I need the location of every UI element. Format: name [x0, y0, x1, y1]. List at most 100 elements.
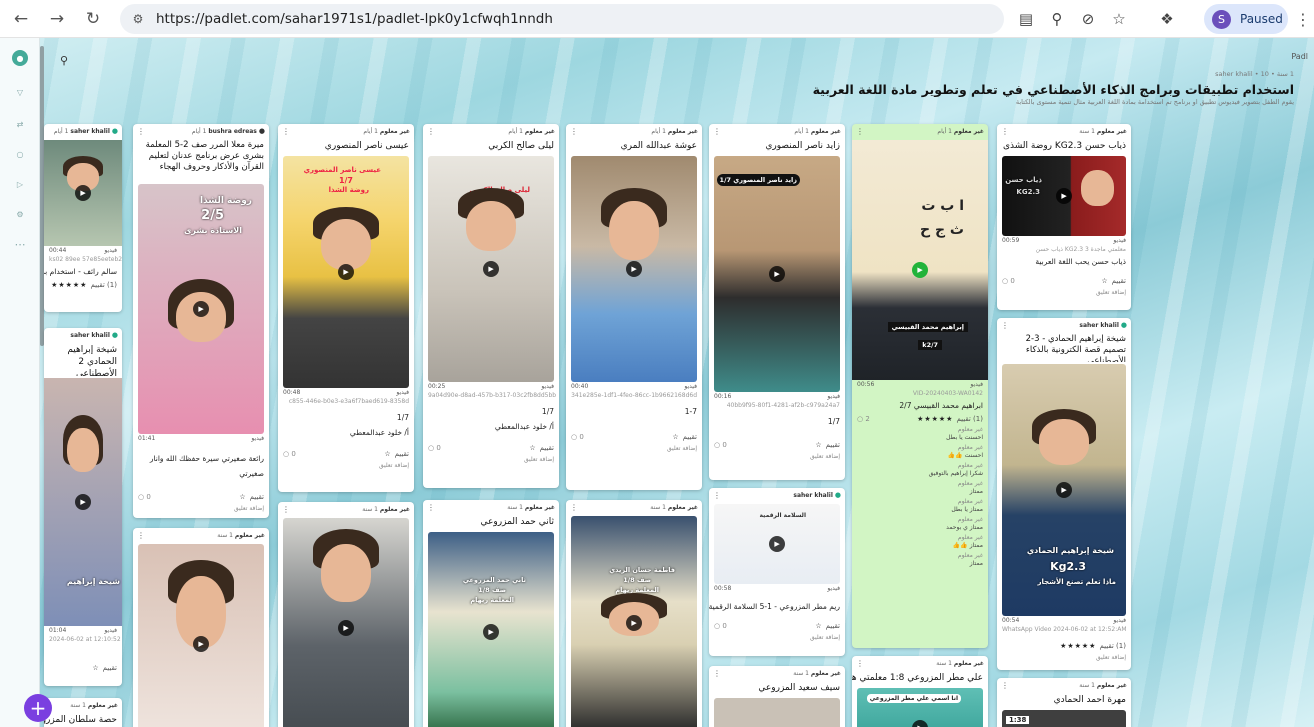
rating-label[interactable]: تقييم: [1112, 277, 1126, 285]
site-settings-icon[interactable]: ⚙: [124, 12, 152, 26]
play-icon[interactable]: ▶: [912, 720, 928, 727]
post-video[interactable]: عيسى ناصر المنصوري 1/7 روضة الشذا ▶: [283, 156, 409, 388]
url-text[interactable]: https://padlet.com/sahar1971s1/padlet-lp…: [156, 11, 553, 27]
post-video[interactable]: زايد ناصر المنصوري 1/7 ▶: [714, 156, 840, 392]
star-icon[interactable]: ☆: [1101, 277, 1108, 285]
rating-label[interactable]: تقييم: [826, 622, 840, 630]
play-icon[interactable]: ▶: [338, 264, 354, 280]
star-icon[interactable]: ☆: [92, 664, 99, 672]
post-card[interactable]: غير معلوم 1 سنة ⋮ ذياب حسن KG2.3 روضة الش…: [997, 124, 1131, 310]
post-video[interactable]: ▶ شيخة إبراهيم الحمادي Kg2.3 ماذا تعلم ت…: [1002, 364, 1126, 616]
post-menu-icon[interactable]: ⋮: [570, 503, 578, 512]
rating-stars[interactable]: ★★★★★: [1060, 642, 1096, 650]
star-icon[interactable]: ☆: [815, 441, 822, 449]
post-card[interactable]: غير معلوم 1 سنة ⋮ ▶: [133, 528, 269, 727]
remix-icon[interactable]: ⇄: [12, 116, 28, 132]
post-video[interactable]: ▶: [44, 140, 122, 246]
add-comment-button[interactable]: إضافة تعليق: [709, 632, 845, 643]
play-icon[interactable]: ▶: [626, 261, 642, 277]
post-menu-icon[interactable]: ⋮: [713, 127, 721, 136]
post-card[interactable]: ● bushra edreas 1 أيام ⋮ ميرة معلا المرر ص…: [133, 124, 269, 518]
play-icon[interactable]: ▶: [769, 266, 785, 282]
add-post-button[interactable]: +: [24, 694, 52, 722]
post-menu-icon[interactable]: ⋮: [570, 127, 578, 136]
rating-label[interactable]: تقييم: [250, 493, 264, 501]
extensions-icon[interactable]: ❖: [1154, 6, 1180, 32]
post-card[interactable]: غير معلوم 1 سنة ⋮ سيف سعيد المزروعي: [709, 666, 845, 727]
comment-count[interactable]: 0 ○: [571, 433, 584, 441]
settings-icon[interactable]: ○: [12, 146, 28, 162]
play-icon[interactable]: ▶: [338, 620, 354, 636]
post-video[interactable]: ▶ شيخة إبراهيم: [44, 378, 122, 626]
post-menu-icon[interactable]: ⋮: [427, 127, 435, 136]
post-card[interactable]: غير معلوم 1 سنة ⋮ ▶: [278, 502, 414, 727]
star-icon[interactable]: ☆: [529, 444, 536, 452]
post-card[interactable]: ● saher khalil ⋮ السلامة الرقمية ▶ فيديو 00…: [709, 488, 845, 656]
add-comment-button[interactable]: إضافة تعليق: [566, 443, 702, 454]
play-icon[interactable]: ▶: [483, 624, 499, 640]
post-menu-icon[interactable]: ⋮: [282, 505, 290, 514]
post-card[interactable]: غير معلوم 1 سنة ⋮ مهرة احمد الحمادي 1:38: [997, 678, 1131, 727]
padlet-logo-icon[interactable]: ●: [12, 50, 28, 66]
comment-count[interactable]: 0 ○: [714, 622, 727, 630]
star-icon[interactable]: ☆: [815, 622, 822, 630]
post-video[interactable]: ▶: [571, 156, 697, 382]
post-video[interactable]: انا اسمي علي مطر المزروعي ▶: [857, 688, 983, 727]
reload-icon[interactable]: ↻: [80, 6, 106, 32]
post-card[interactable]: غير معلوم 1 سنة ⋮ علي مطر المزروعي 1:8 مع…: [852, 656, 988, 727]
forward-icon[interactable]: →: [44, 6, 70, 32]
post-video[interactable]: روضة الشذا 2/5 الاستاذة بشرى ▶: [138, 184, 264, 434]
post-card[interactable]: غير معلوم 1 أيام ⋮ زايد ناصر المنصوري زاي…: [709, 124, 845, 480]
post-card[interactable]: غير معلوم 1 سنة ⋮ ثاني حمد المزروعي ثاني …: [423, 500, 559, 727]
play-icon[interactable]: ▶: [75, 185, 91, 201]
add-comment-button[interactable]: إضافة تعليق: [709, 451, 845, 462]
bookmark-star-icon[interactable]: ☆: [1106, 6, 1132, 32]
post-video[interactable]: [714, 698, 840, 727]
play-icon[interactable]: ▶: [193, 301, 209, 317]
rating-label[interactable]: تقييم: [103, 664, 117, 672]
rating-stars[interactable]: ★★★★★: [51, 281, 87, 289]
play-icon[interactable]: ▶: [483, 261, 499, 277]
post-card[interactable]: غير معلوم 1 سنة حصة سلطان المزروعي: [44, 698, 122, 727]
add-comment-button[interactable]: إضافة تعليق: [997, 287, 1131, 298]
post-video[interactable]: ا ب ت ث ج ح ▶ إبراهيم محمد القبيسي k2/7: [852, 140, 988, 380]
profile-button[interactable]: S Paused: [1204, 4, 1288, 34]
post-menu-icon[interactable]: ⋮: [856, 659, 864, 668]
play-icon[interactable]: ▶: [1056, 482, 1072, 498]
rating-label[interactable]: تقييم: [826, 441, 840, 449]
post-menu-icon[interactable]: ⋮: [1001, 681, 1009, 690]
play-icon[interactable]: ▶: [626, 615, 642, 631]
play-icon[interactable]: ▶: [75, 494, 91, 510]
post-video[interactable]: ▶: [138, 544, 264, 727]
star-icon[interactable]: ☆: [239, 493, 246, 501]
gear-icon[interactable]: ⚙: [12, 206, 28, 222]
play-icon[interactable]: ▶: [193, 636, 209, 652]
post-menu-icon[interactable]: ⋮: [282, 127, 290, 136]
post-menu-icon[interactable]: ⋮: [427, 503, 435, 512]
post-card[interactable]: غير معلوم 1 أيام ⋮ عيسى ناصر المنصوري عيس…: [278, 124, 414, 492]
play-icon[interactable]: ▶: [1056, 188, 1072, 204]
zoom-icon[interactable]: ⚲: [1044, 6, 1070, 32]
more-icon[interactable]: ⋯: [12, 236, 28, 252]
post-card[interactable]: غير معلوم 1 أيام ⋮ عوشة عبدالله المري ▶ ف…: [566, 124, 702, 490]
post-menu-icon[interactable]: ⋮: [713, 669, 721, 678]
comment-count[interactable]: 0 ○: [714, 441, 727, 449]
post-video[interactable]: السلامة الرقمية ▶: [714, 504, 840, 584]
install-app-icon[interactable]: ▤: [1013, 6, 1039, 32]
post-card[interactable]: ● saher khalil شيخة إبراهيم الحمادي 2 الأ…: [44, 328, 122, 686]
post-video[interactable]: ذياب حسن KG2.3 ▶: [1002, 156, 1126, 236]
rating-label[interactable]: تقييم: [395, 450, 409, 458]
post-card[interactable]: غير معلوم 1 سنة ⋮ فاطمة حسان الزيدي صف 1/…: [566, 500, 702, 727]
search-icon[interactable]: ⚲: [60, 54, 68, 67]
address-bar[interactable]: ⚙ https://padlet.com/sahar1971s1/padlet-…: [120, 4, 1004, 34]
menu-icon[interactable]: ⋮: [1295, 6, 1311, 32]
rating-label[interactable]: تقييم: [683, 433, 697, 441]
post-video[interactable]: ▶: [283, 518, 409, 727]
slideshow-icon[interactable]: ▷: [12, 176, 28, 192]
post-menu-icon[interactable]: ⋮: [1001, 321, 1009, 330]
post-video[interactable]: فاطمة حسان الزيدي صف 1/8 المعلمة ريهام ▶: [571, 516, 697, 727]
post-menu-icon[interactable]: ⋮: [137, 531, 145, 540]
add-comment-button[interactable]: إضافة تعليق: [133, 503, 269, 514]
post-menu-icon[interactable]: ⋮: [713, 491, 721, 500]
share-icon[interactable]: ▽: [12, 84, 28, 100]
